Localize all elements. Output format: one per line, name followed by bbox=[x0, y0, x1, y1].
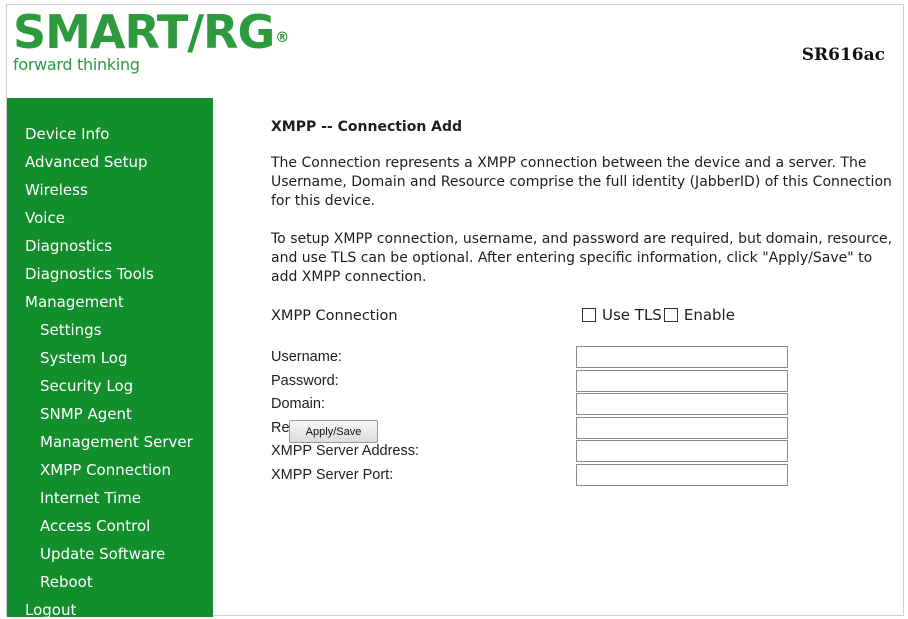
server-port-input[interactable] bbox=[576, 463, 788, 486]
form-row-username: Username: bbox=[271, 346, 901, 370]
use-tls-label: Use TLS bbox=[602, 306, 662, 324]
sidebar-item-access-control[interactable]: Access Control bbox=[7, 512, 213, 540]
page-title: XMPP -- Connection Add bbox=[271, 119, 463, 135]
resource-input[interactable] bbox=[576, 416, 788, 439]
connection-options: Use TLS Enable bbox=[582, 306, 737, 324]
sidebar-item-logout[interactable]: Logout bbox=[7, 596, 213, 619]
sidebar-item-diagnostics[interactable]: Diagnostics bbox=[7, 232, 213, 260]
use-tls-checkbox[interactable] bbox=[582, 308, 596, 322]
sidebar-item-management[interactable]: Management bbox=[7, 288, 213, 316]
sidebar-item-update-software[interactable]: Update Software bbox=[7, 540, 213, 568]
sidebar-item-management-server[interactable]: Management Server bbox=[7, 428, 213, 456]
enable-checkbox[interactable] bbox=[663, 308, 678, 322]
password-input[interactable] bbox=[576, 369, 788, 392]
sidebar-item-security-log[interactable]: Security Log bbox=[7, 372, 213, 400]
domain-label: Domain: bbox=[271, 396, 325, 412]
instructions-paragraph: To setup XMPP connection, username, and … bbox=[271, 231, 893, 285]
connection-form: Username: Password: Domain: Resource: XM… bbox=[271, 346, 901, 487]
sidebar-item-xmpp-connection[interactable]: XMPP Connection bbox=[7, 456, 213, 484]
xmpp-connection-row: XMPP Connection Use TLS Enable bbox=[271, 304, 901, 332]
domain-input[interactable] bbox=[576, 393, 788, 415]
sidebar-item-settings[interactable]: Settings bbox=[7, 316, 213, 344]
logo-text: SMART/RG bbox=[13, 5, 275, 59]
form-row-domain: Domain: bbox=[271, 393, 901, 417]
sidebar-item-advanced-setup[interactable]: Advanced Setup bbox=[7, 148, 213, 176]
password-label: Password: bbox=[271, 372, 339, 389]
username-label: Username: bbox=[271, 349, 342, 365]
description-paragraph: The Connection represents a XMPP connect… bbox=[271, 155, 892, 209]
sidebar-item-device-info[interactable]: Device Info bbox=[7, 120, 213, 148]
sidebar-nav: Device Info Advanced Setup Wireless Voice Di… bbox=[7, 98, 213, 619]
sidebar-item-system-log[interactable]: System Log bbox=[7, 344, 213, 372]
apply-save-button[interactable]: Apply/Save bbox=[289, 420, 378, 443]
page-frame: SMART/RG® forward thinking SR616ac Devic… bbox=[6, 4, 904, 619]
server-address-input[interactable] bbox=[576, 440, 788, 462]
sidebar-item-snmp-agent[interactable]: SNMP Agent bbox=[7, 400, 213, 428]
xmpp-connection-label: XMPP Connection bbox=[271, 308, 398, 324]
brand-logo: SMART/RG® forward thinking bbox=[13, 5, 289, 74]
sidebar-item-wireless[interactable]: Wireless bbox=[7, 176, 213, 204]
username-input[interactable] bbox=[576, 346, 788, 368]
server-address-label: XMPP Server Address: bbox=[271, 443, 420, 459]
registered-mark: ® bbox=[275, 30, 289, 46]
sidebar-item-reboot[interactable]: Reboot bbox=[7, 568, 213, 596]
enable-label: Enable bbox=[683, 306, 735, 324]
form-row-password: Password: bbox=[271, 369, 901, 394]
sidebar-item-diagnostics-tools[interactable]: Diagnostics Tools bbox=[7, 260, 213, 288]
form-row-server-port: XMPP Server Port: bbox=[271, 463, 901, 488]
server-port-label: XMPP Server Port: bbox=[271, 466, 394, 483]
sidebar-item-internet-time[interactable]: Internet Time bbox=[7, 484, 213, 512]
sidebar-item-voice[interactable]: Voice bbox=[7, 204, 213, 232]
form-row-server-address: XMPP Server Address: bbox=[271, 440, 901, 464]
device-model: SR616ac bbox=[801, 45, 885, 65]
